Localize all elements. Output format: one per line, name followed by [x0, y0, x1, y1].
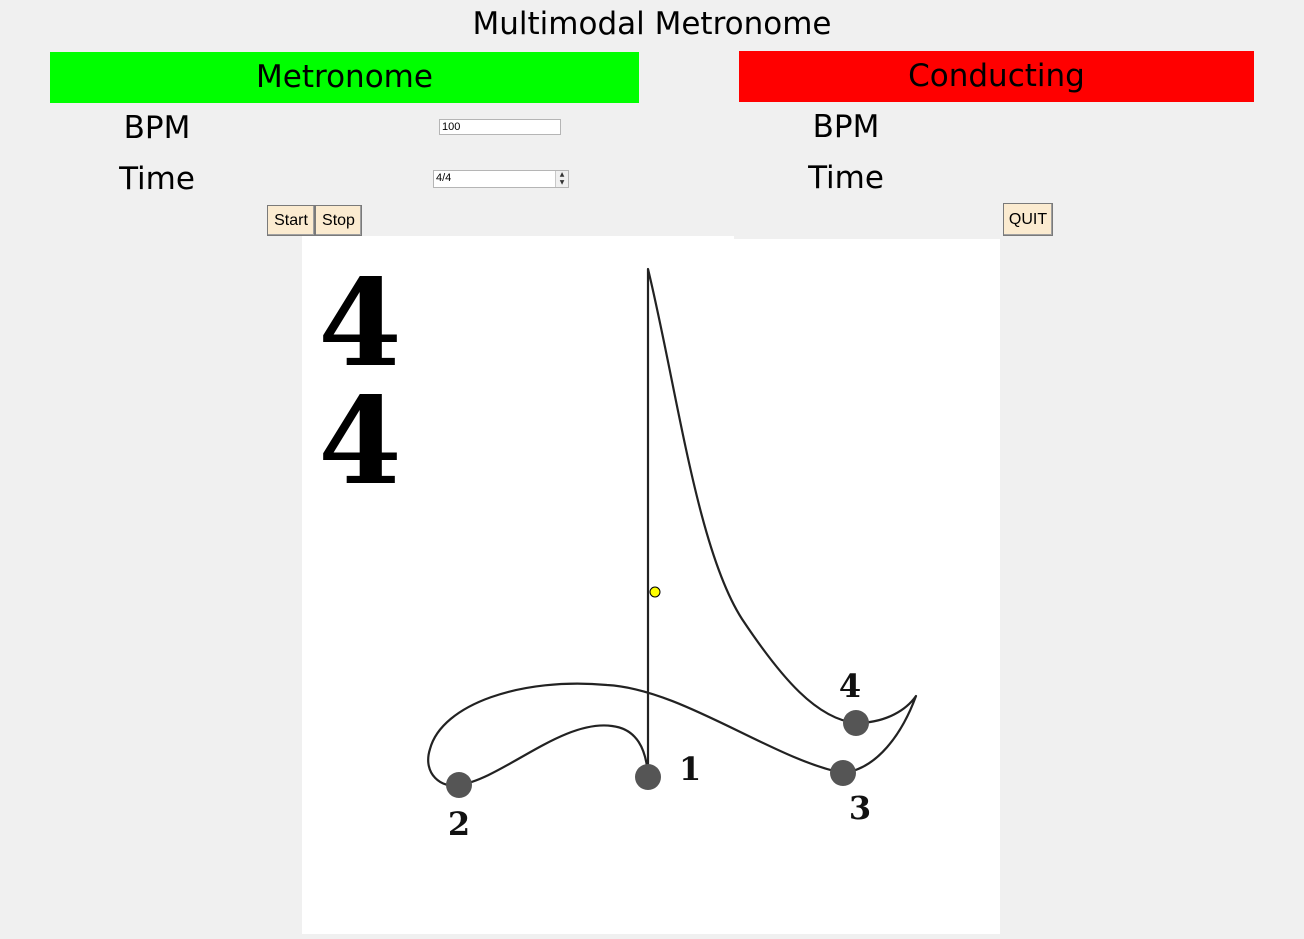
metronome-time-label: Time [119, 161, 195, 197]
conducting-pattern-diagram: 4 4 1 2 3 4 [318, 253, 918, 843]
bpm-input[interactable] [439, 119, 561, 135]
spin-buttons: ▲ ▼ [555, 171, 568, 187]
conducting-path [427, 267, 918, 787]
beat-4-point [843, 710, 869, 736]
conducting-canvas[interactable]: 4 4 1 2 3 4 [302, 239, 1000, 934]
metronome-bpm-label: BPM [123, 110, 191, 146]
tracking-cursor [649, 586, 661, 598]
beat-label-4: 4 [839, 667, 861, 705]
beat-label-1: 1 [679, 750, 701, 788]
app-title: Multimodal Metronome [472, 6, 832, 42]
beat-1-point [635, 764, 661, 790]
conducting-mode-header[interactable]: Conducting [739, 51, 1254, 102]
stop-button[interactable]: Stop [315, 205, 362, 236]
spin-down-icon[interactable]: ▼ [556, 179, 568, 187]
beat-label-3: 3 [849, 789, 871, 827]
beat-2-point [446, 772, 472, 798]
spin-up-icon[interactable]: ▲ [556, 171, 568, 179]
conducting-time-label: Time [808, 160, 884, 196]
time-signature-bottom: 4 [318, 371, 402, 512]
conducting-bpm-label: BPM [812, 109, 880, 145]
beat-label-2: 2 [448, 805, 470, 843]
time-signature-value: 4/4 [436, 172, 452, 184]
beat-3-point [830, 760, 856, 786]
quit-button[interactable]: QUIT [1003, 203, 1053, 236]
metronome-mode-header[interactable]: Metronome [50, 52, 639, 103]
time-signature-spinbox[interactable]: 4/4 ▲ ▼ [433, 170, 569, 188]
start-button[interactable]: Start [267, 205, 315, 236]
